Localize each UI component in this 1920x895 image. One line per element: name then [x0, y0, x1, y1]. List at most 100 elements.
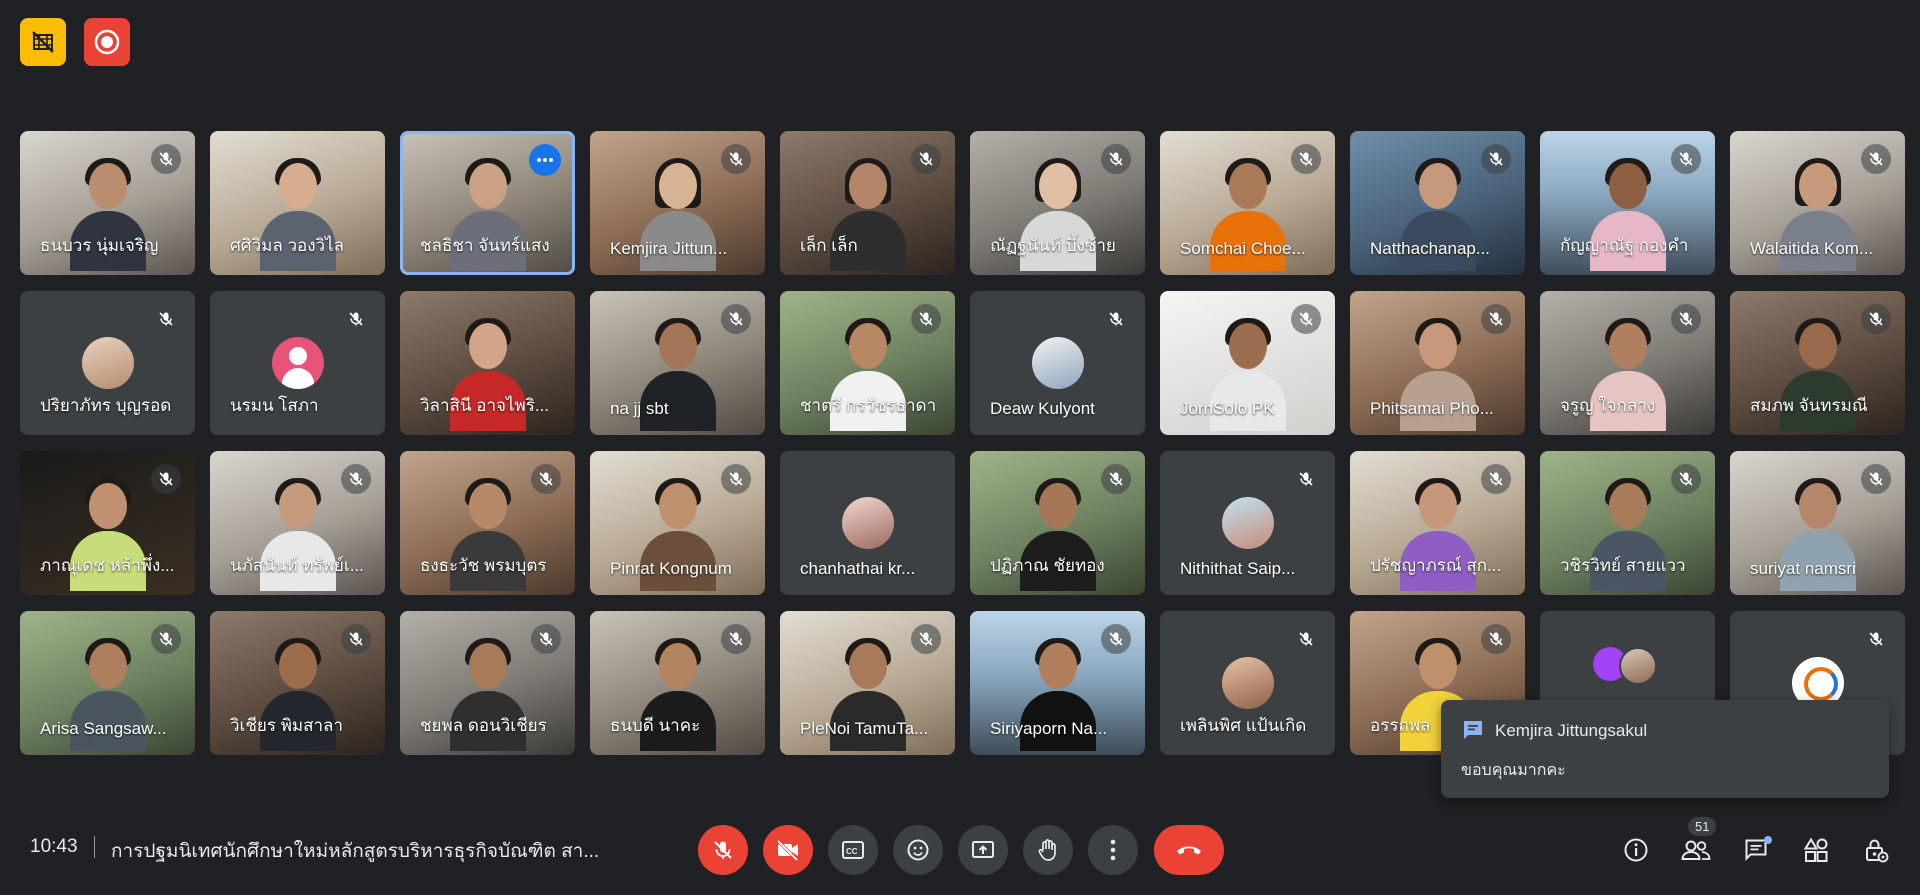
participant-tile[interactable]: ชยพล ดอนวิเชียร — [400, 611, 575, 755]
participant-tile[interactable]: na jj sbt — [590, 291, 765, 435]
mic-off-icon — [341, 464, 371, 494]
mic-off-icon — [721, 624, 751, 654]
participant-name: วชิรวิทย์ สายแวว — [1560, 556, 1686, 575]
mic-off-icon — [1861, 624, 1891, 654]
participant-name: ชาตรี กรวัชรธาดา — [800, 396, 937, 415]
record-icon[interactable] — [84, 18, 130, 66]
participant-name: PleNoi TamuTa... — [800, 719, 929, 738]
participant-tile[interactable]: ณัฏฐนันท์ บึ้งซ้าย — [970, 131, 1145, 275]
participant-tile[interactable]: Kemjira Jittun... — [590, 131, 765, 275]
participant-name: Natthachanap... — [1370, 239, 1491, 258]
mic-off-icon — [1481, 304, 1511, 334]
end-call-icon[interactable] — [1154, 825, 1224, 875]
participant-tile[interactable]: suriyat namsri — [1730, 451, 1905, 595]
participant-tile[interactable]: นรมน โสภา — [210, 291, 385, 435]
participant-name: ปริยาภัทร บุญรอด — [40, 396, 172, 415]
participant-name: สมภพ จันทรมณี — [1750, 396, 1868, 415]
participant-tile[interactable]: Somchai Choe... — [1160, 131, 1335, 275]
info-icon[interactable] — [1612, 825, 1660, 875]
participant-name: Phitsamai Pho... — [1370, 399, 1494, 418]
participant-name: ชยพล ดอนวิเชียร — [420, 716, 547, 735]
participant-tile[interactable]: PleNoi TamuTa... — [780, 611, 955, 755]
mic-off-icon[interactable] — [698, 825, 748, 875]
participant-tile[interactable]: จรูญ ใจกลาง — [1540, 291, 1715, 435]
raise-hand-icon[interactable] — [1023, 825, 1073, 875]
participant-tile[interactable]: ชลธิชา จันทร์แสง — [400, 131, 575, 275]
participant-name: ภาณุเดช หล้าพึ่ง... — [40, 556, 175, 575]
chat-message: ขอบคุณมากคะ — [1461, 762, 1566, 779]
activities-icon[interactable] — [1792, 825, 1840, 875]
camera-off-icon[interactable] — [763, 825, 813, 875]
participant-name: วิลาสินี อาจไพริ... — [420, 396, 550, 415]
participant-tile[interactable]: chanhathai kr... — [780, 451, 955, 595]
participant-tile[interactable]: ปริยาภัทร บุญรอด — [20, 291, 195, 435]
participant-name: Somchai Choe... — [1180, 239, 1306, 258]
mic-off-icon — [1671, 144, 1701, 174]
participant-tile[interactable]: ศศิวิมล วองวิไล — [210, 131, 385, 275]
participant-tile[interactable]: Arisa Sangsaw... — [20, 611, 195, 755]
participant-tile[interactable]: Walaitida Kom... — [1730, 131, 1905, 275]
captions-icon[interactable]: CC — [828, 825, 878, 875]
mic-off-icon — [1481, 464, 1511, 494]
mic-off-icon — [1291, 304, 1321, 334]
participant-tile[interactable]: กัญญาณัฐ กองคำ — [1540, 131, 1715, 275]
participant-tile[interactable]: ธนบวร นุ่มเจริญ — [20, 131, 195, 275]
participant-name: ศศิวิมล วองวิไล — [230, 236, 345, 255]
mic-off-icon — [1291, 624, 1321, 654]
film-off-icon[interactable] — [20, 18, 66, 66]
participant-tile[interactable]: สมภพ จันทรมณี — [1730, 291, 1905, 435]
participant-tile[interactable]: ชาตรี กรวัชรธาดา — [780, 291, 955, 435]
participant-name: Nithithat Saip... — [1180, 559, 1296, 578]
participant-name: นภัสนันท์ ทรัพย์เ... — [230, 556, 364, 575]
mic-off-icon — [1101, 624, 1131, 654]
mic-off-icon — [151, 304, 181, 334]
participant-tile[interactable]: วิลาสินี อาจไพริ... — [400, 291, 575, 435]
mic-off-icon — [151, 464, 181, 494]
participant-tile[interactable]: Phitsamai Pho... — [1350, 291, 1525, 435]
participant-avatar — [1031, 337, 1084, 389]
people-icon[interactable]: 51 — [1672, 817, 1720, 875]
participant-tile[interactable]: วชิรวิทย์ สายแวว — [1540, 451, 1715, 595]
participant-tile[interactable]: Siriyaporn Na... — [970, 611, 1145, 755]
participant-tile[interactable]: ธนบดี นาคะ — [590, 611, 765, 755]
more-options-icon[interactable] — [529, 144, 561, 176]
more-options-icon[interactable] — [1088, 825, 1138, 875]
participant-name: chanhathai kr... — [800, 559, 916, 578]
participant-name: นรมน โสภา — [230, 396, 319, 415]
present-icon[interactable] — [958, 825, 1008, 875]
participant-tile[interactable]: ปฏิภาณ ชัยทอง — [970, 451, 1145, 595]
mic-off-icon — [1101, 144, 1131, 174]
participant-tile[interactable]: วิเชียร พิมสาลา — [210, 611, 385, 755]
participant-avatar — [1221, 657, 1274, 709]
mic-off-icon — [151, 144, 181, 174]
participant-tile[interactable]: JornSolo PK — [1160, 291, 1335, 435]
participant-tile[interactable]: Deaw Kulyont — [970, 291, 1145, 435]
mic-off-icon — [911, 144, 941, 174]
group-avatars — [1592, 647, 1663, 687]
mic-off-icon — [721, 464, 751, 494]
mic-off-icon — [911, 304, 941, 334]
participant-tile[interactable]: ปรัชญาภรณ์ สุก... — [1350, 451, 1525, 595]
mic-off-icon — [1861, 144, 1891, 174]
participant-tile[interactable]: เล็ก เล็ก — [780, 131, 955, 275]
meeting-panel-controls: 51 — [1612, 817, 1900, 875]
mic-off-icon — [1861, 304, 1891, 334]
participant-name: ณัฏฐนันท์ บึ้งซ้าย — [990, 236, 1116, 255]
chat-icon[interactable] — [1732, 825, 1780, 875]
meeting-time: 10:43 — [30, 836, 78, 857]
participant-tile[interactable]: Pinrat Kongnum — [590, 451, 765, 595]
mic-off-icon — [1101, 304, 1131, 334]
participant-tile[interactable]: Natthachanap... — [1350, 131, 1525, 275]
participant-tile[interactable]: Nithithat Saip... — [1160, 451, 1335, 595]
host-controls-icon[interactable] — [1852, 825, 1900, 875]
emoji-icon[interactable] — [893, 825, 943, 875]
participant-tile[interactable]: เพลินพิศ แป้นเกิด — [1160, 611, 1335, 755]
participant-name: suriyat namsri — [1750, 559, 1856, 578]
participant-name: Walaitida Kom... — [1750, 239, 1874, 258]
mic-off-icon — [341, 624, 371, 654]
participant-tile[interactable]: นภัสนันท์ ทรัพย์เ... — [210, 451, 385, 595]
participant-tile[interactable]: ธงธะวัช พรมบุตร — [400, 451, 575, 595]
participant-tile[interactable]: ภาณุเดช หล้าพึ่ง... — [20, 451, 195, 595]
chat-notification[interactable]: Kemjira Jittungsakul ขอบคุณมากคะ — [1441, 700, 1889, 798]
mic-off-icon — [1291, 144, 1321, 174]
